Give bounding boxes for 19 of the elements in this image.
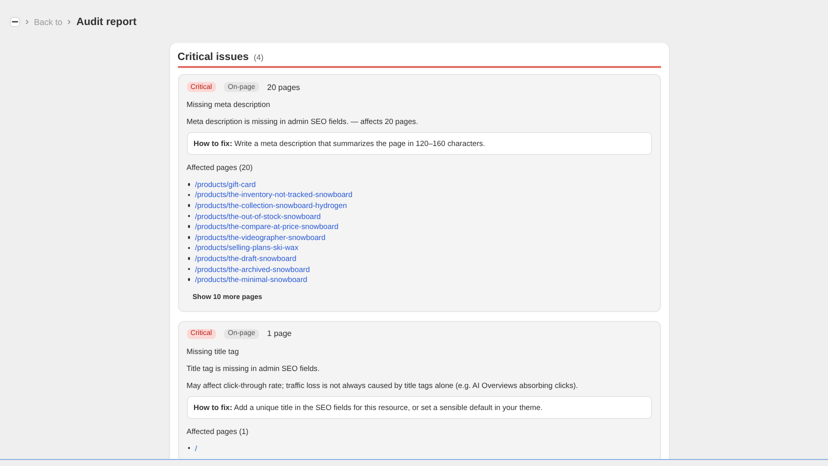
- bullet-icon: [188, 278, 190, 281]
- bullet-icon: [188, 257, 190, 260]
- section-title: Critical issues: [178, 51, 249, 63]
- bullet-icon: [188, 225, 190, 228]
- bullet-icon: [188, 246, 190, 250]
- bullet-icon: [188, 214, 190, 218]
- bullet-icon: [188, 183, 190, 186]
- page-title: Audit report: [76, 16, 136, 28]
- bullet-icon: [188, 236, 190, 239]
- bullet-icon: [188, 194, 190, 196]
- issue-count: (4): [254, 53, 264, 62]
- chevron-icon: [67, 18, 72, 24]
- page-count: 20 pages: [267, 82, 300, 92]
- page-count: 1 page: [267, 329, 292, 338]
- chevron-icon: [25, 18, 29, 24]
- bullet-icon: [188, 204, 190, 207]
- store-logo-icon[interactable]: [10, 16, 20, 26]
- bullet-icon: [188, 446, 190, 450]
- bullet-icon: [188, 268, 190, 270]
